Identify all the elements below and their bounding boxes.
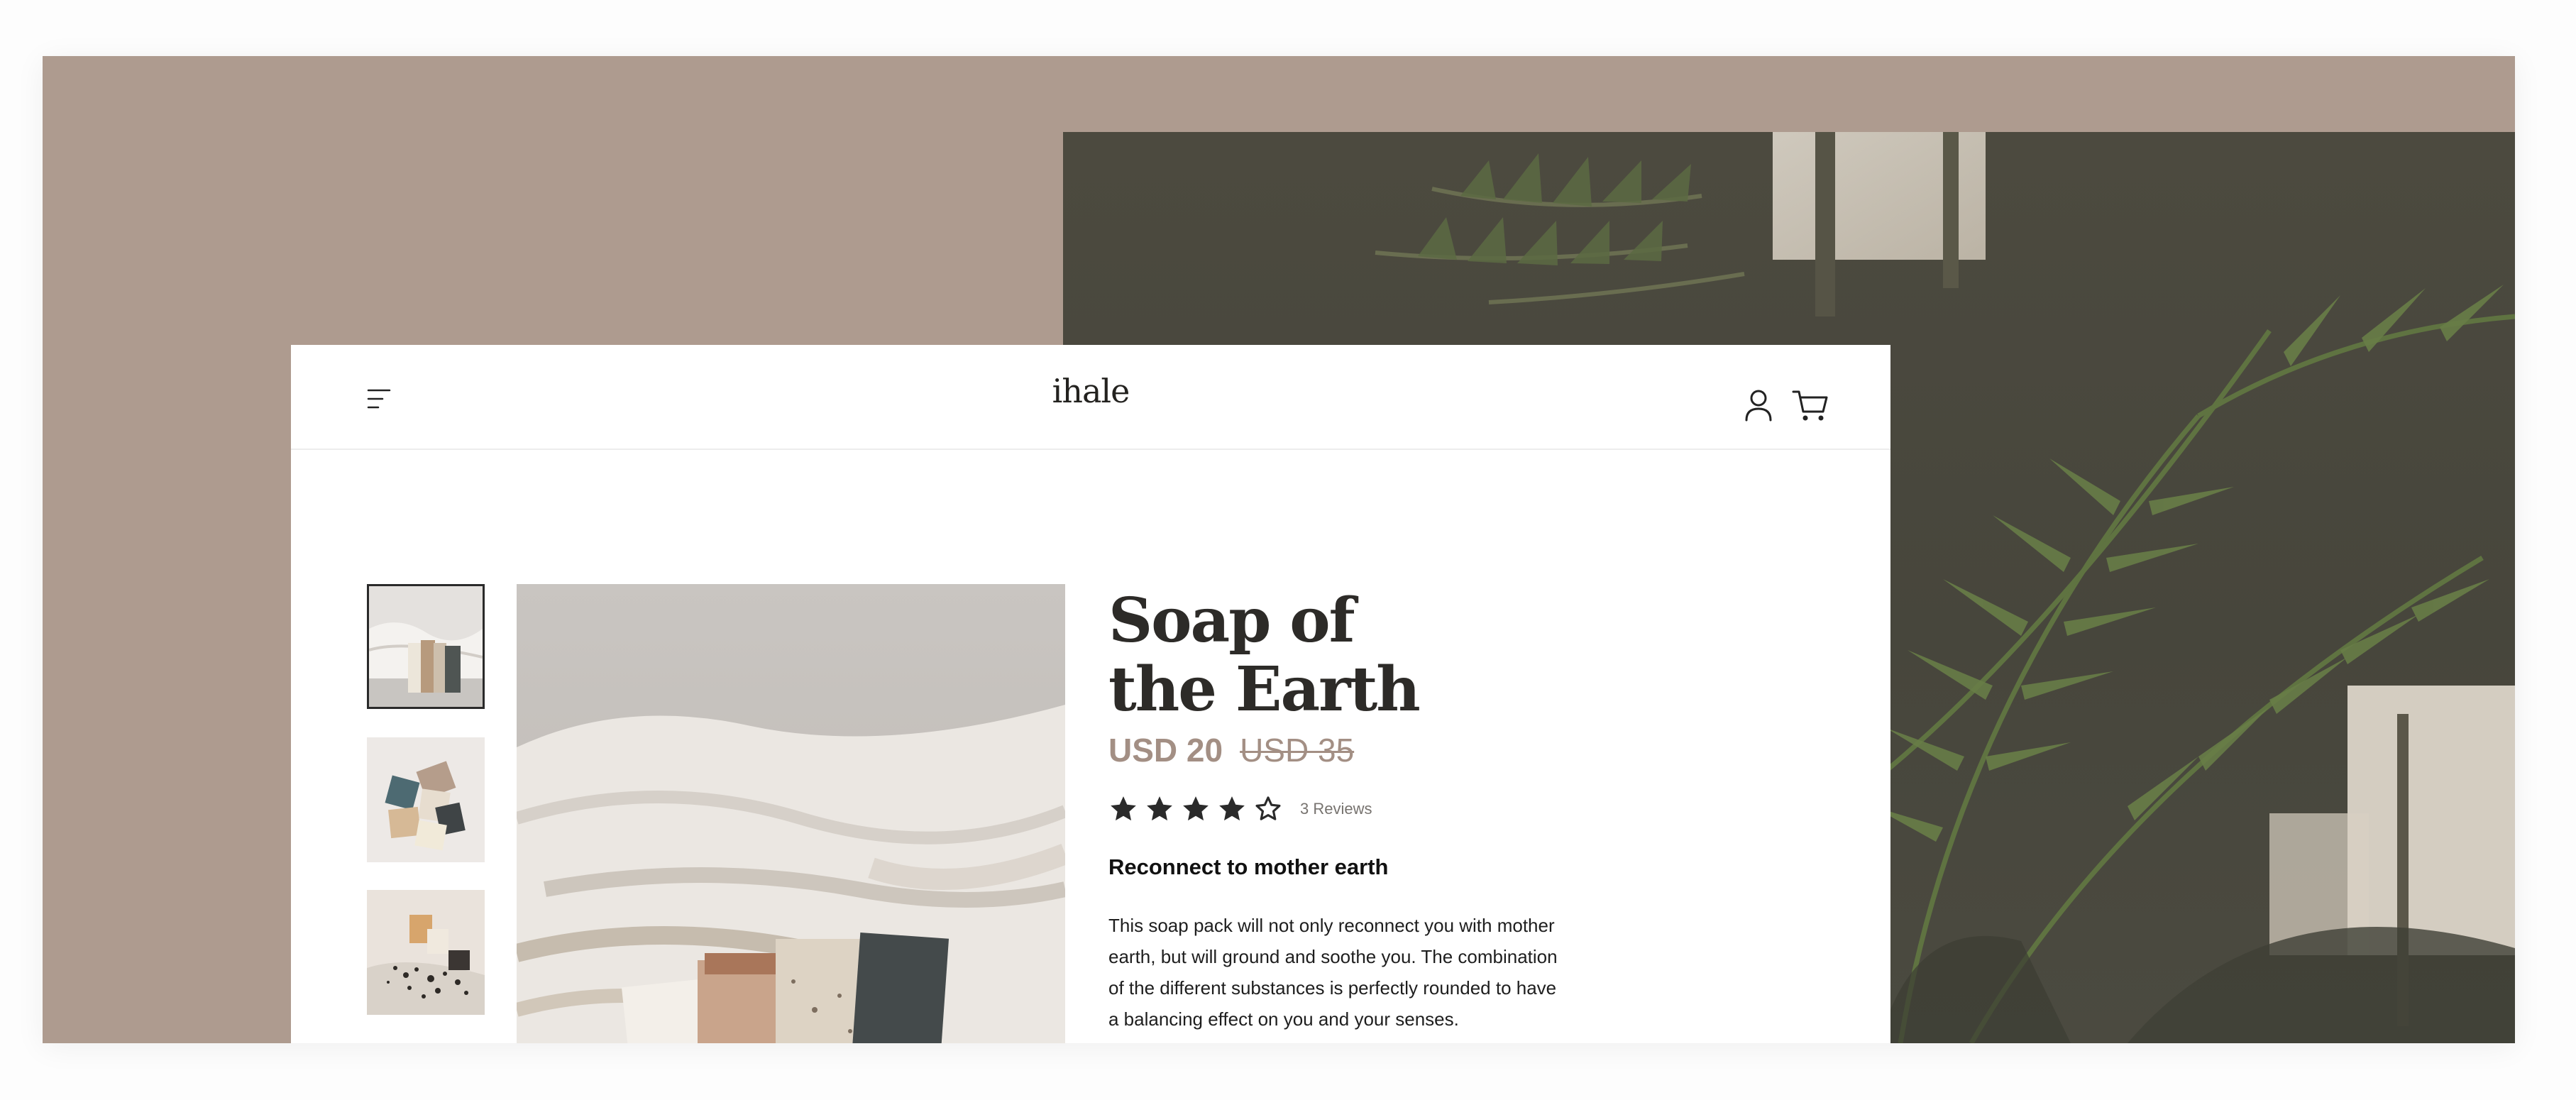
product-title-line-1: Soap of [1108, 585, 1355, 656]
product-description: This soap pack will not only reconnect y… [1108, 915, 1558, 1030]
product-tagline: Reconnect to mother earth [1108, 854, 1389, 879]
price-row: USD 20 USD 35 [1108, 731, 1591, 774]
product-main-image [517, 584, 1065, 1043]
rating-row: 3 Reviews [1108, 791, 1591, 827]
menu-icon[interactable] [367, 385, 395, 413]
reviews-count-link[interactable]: 3 Reviews [1300, 800, 1372, 818]
hero-stage: ihale Soap of the Earth USD 20 USD 35 3 … [43, 56, 2515, 1043]
star-empty-icon[interactable] [1253, 794, 1283, 824]
product-thumbnail-2[interactable] [367, 737, 485, 862]
star-filled-icon[interactable] [1108, 794, 1138, 824]
current-price: USD 20 [1108, 732, 1223, 769]
brand-logo[interactable]: ihale [1020, 372, 1162, 410]
product-thumbnail-3[interactable] [367, 890, 485, 1015]
product-title: Soap of the Earth [1108, 586, 1591, 724]
top-navigation-bar: ihale [291, 345, 1890, 450]
original-price: USD 35 [1240, 732, 1355, 769]
star-filled-icon[interactable] [1217, 794, 1247, 824]
product-thumbnail-1[interactable] [367, 584, 485, 709]
user-account-icon[interactable] [1742, 387, 1775, 423]
shopping-cart-icon[interactable] [1792, 387, 1829, 423]
product-title-line-2: the Earth [1108, 654, 1421, 725]
star-filled-icon[interactable] [1145, 794, 1174, 824]
star-filled-icon[interactable] [1181, 794, 1211, 824]
product-info-panel: Soap of the Earth USD 20 USD 35 3 Review… [1108, 586, 1591, 1035]
product-card: ihale Soap of the Earth USD 20 USD 35 3 … [291, 345, 1890, 1043]
